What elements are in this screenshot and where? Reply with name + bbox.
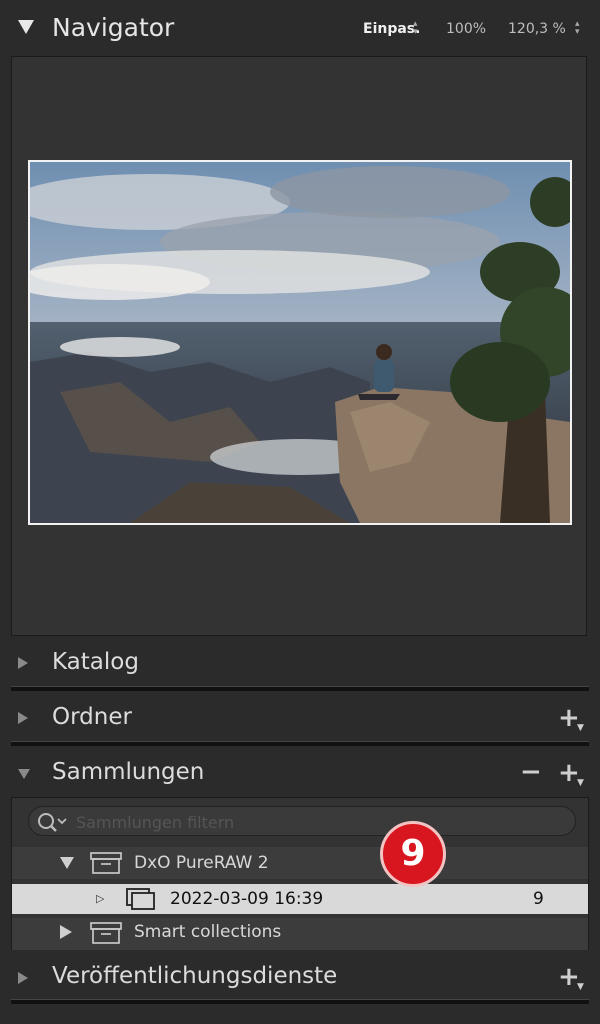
collapse-triangle-icon[interactable] [18, 769, 30, 779]
zoom-custom-option[interactable]: 120,3 % [508, 21, 566, 37]
divider [11, 686, 589, 691]
chevron-down-icon[interactable]: ▼ [577, 982, 584, 992]
section-katalog[interactable]: Katalog [52, 649, 139, 675]
remove-collection-button[interactable]: − [520, 757, 542, 787]
collection-set-icon [90, 852, 122, 878]
section-sammlungen[interactable]: Sammlungen [52, 759, 204, 785]
collapse-triangle-icon[interactable] [60, 857, 74, 869]
updown-arrows-icon[interactable]: ▴ ▾ [413, 20, 418, 37]
divider [11, 999, 589, 1004]
collection-set-icon [90, 922, 122, 948]
expand-triangle-icon[interactable] [18, 712, 28, 724]
divider [11, 741, 589, 746]
filter-placeholder: Sammlungen filtern [76, 813, 235, 832]
navigator-photo-thumbnail[interactable] [28, 160, 572, 525]
expand-triangle-icon[interactable] [18, 972, 28, 984]
zoom-fit-option[interactable]: Einpas. [363, 21, 420, 37]
collapse-triangle-icon[interactable] [18, 20, 34, 34]
collection-label: DxO PureRAW 2 [134, 853, 269, 873]
expand-triangle-icon[interactable] [60, 925, 72, 939]
section-veroeffentlichungsdienste[interactable]: Veröffentlichungsdienste [52, 963, 337, 989]
chevron-down-icon[interactable]: ▼ [577, 723, 584, 733]
collection-icon [126, 888, 156, 914]
chevron-down-icon[interactable]: ▼ [577, 778, 584, 788]
expand-triangle-icon[interactable] [18, 657, 28, 669]
expand-triangle-icon[interactable]: ▷ [96, 892, 104, 905]
collection-count: 9 [533, 889, 544, 909]
search-icon[interactable] [36, 811, 72, 837]
annotation-number-badge: 9 [380, 821, 446, 887]
updown-arrows-icon[interactable]: ▴ ▾ [575, 20, 580, 37]
collection-label: 2022-03-09 16:39 [170, 889, 324, 909]
zoom-100-option[interactable]: 100% [446, 21, 486, 37]
landscape-photo [30, 162, 570, 523]
navigator-title: Navigator [52, 13, 175, 42]
section-ordner[interactable]: Ordner [52, 704, 132, 730]
collection-label: Smart collections [134, 922, 282, 942]
